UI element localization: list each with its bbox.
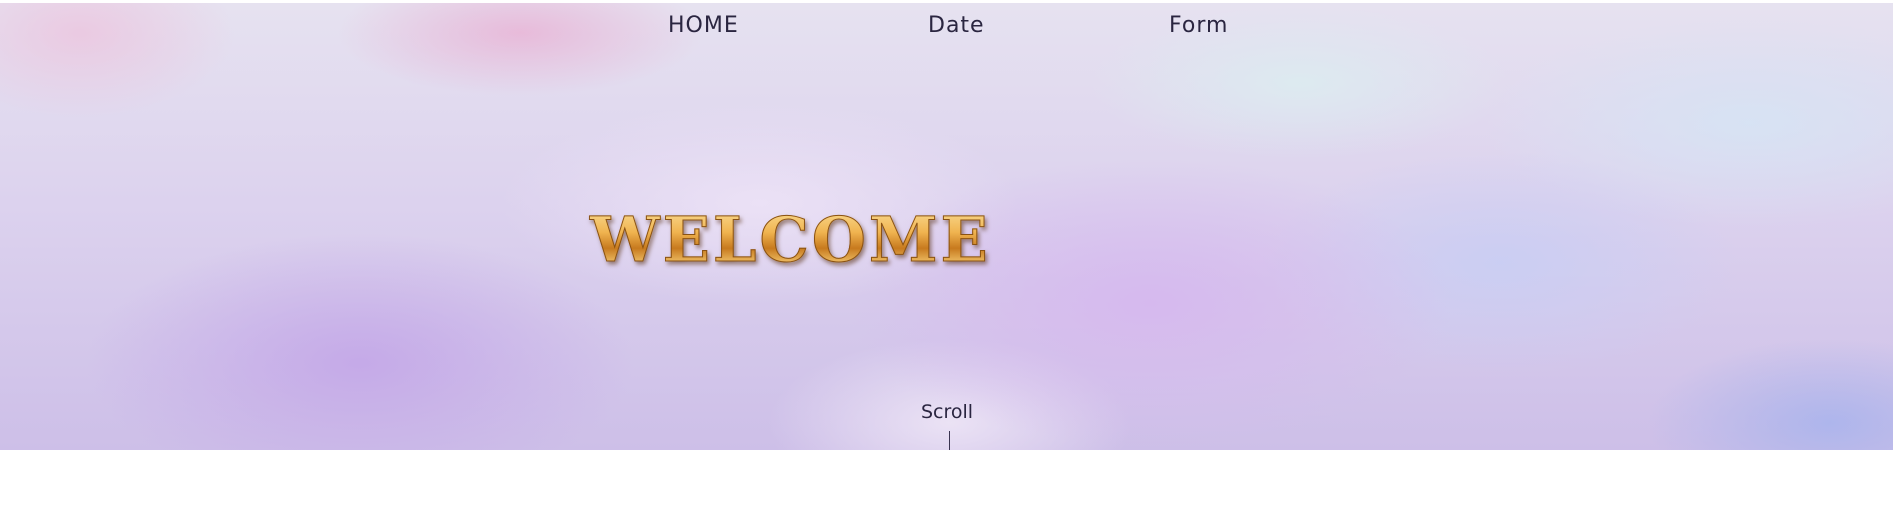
scroll-indicator-line [949, 431, 950, 450]
hero-banner: HOME Date Form WELCOME Scroll [0, 3, 1893, 450]
nav-link-form[interactable]: Form [1169, 13, 1228, 38]
scroll-indicator-label[interactable]: Scroll [921, 401, 973, 423]
nav-link-date[interactable]: Date [928, 13, 985, 38]
welcome-title: WELCOME [590, 203, 991, 277]
top-navigation: HOME Date Form [0, 11, 1893, 51]
nav-link-home[interactable]: HOME [668, 13, 739, 38]
